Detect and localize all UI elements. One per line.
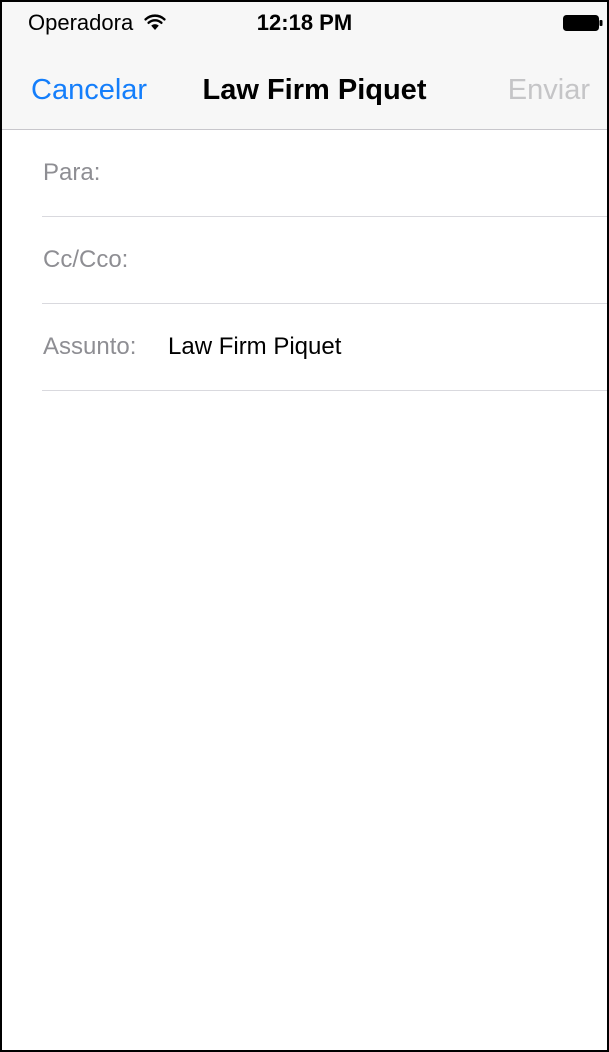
status-bar: Operadora 12:18 PM [2,2,607,42]
compose-title: Law Firm Piquet [202,74,427,106]
status-time: 12:18 PM [256,10,353,35]
subject-field[interactable]: Law Firm Piquet [168,331,341,363]
subject-label: Assunto: [43,333,137,360]
cc-field-row[interactable]: Cc/Cco: [42,217,607,304]
battery-icon [563,15,603,31]
to-field-row[interactable]: Para: [42,130,607,217]
to-label: Para: [43,159,101,186]
mail-compose-screen: Operadora 12:18 PM Cancelar Law Firm Piq… [0,0,609,1052]
compose-fields: Para: Cc/Cco: Assunto: Law Firm Piquet [2,130,607,391]
subject-field-row[interactable]: Assunto: Law Firm Piquet [42,304,607,391]
cancel-button[interactable]: Cancelar [31,72,147,108]
cc-bcc-label: Cc/Cco: [43,246,129,273]
send-button[interactable]: Enviar [508,72,590,108]
navigation-bar: Cancelar Law Firm Piquet Enviar [2,42,607,130]
message-body[interactable] [2,391,607,1050]
